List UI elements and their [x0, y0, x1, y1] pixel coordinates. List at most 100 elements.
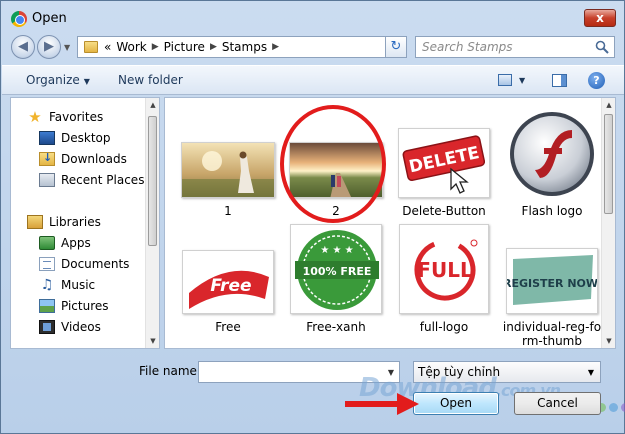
nav-favorites[interactable]: ★ Favorites	[27, 108, 103, 126]
register-now-thumbnail: REGISTER NOW!	[506, 248, 598, 314]
flash-logo-thumbnail	[506, 108, 598, 200]
view-options-dropdown[interactable]: ▼	[519, 76, 525, 85]
recent-locations-dropdown[interactable]: ▼	[64, 43, 70, 52]
address-bar[interactable]: « Work ▶ Picture ▶ Stamps ▶ ▼	[77, 36, 403, 58]
organize-button[interactable]: Organize ▼	[26, 73, 90, 87]
help-icon[interactable]: ?	[588, 72, 605, 89]
address-row: ◀ ▶ ▼ « Work ▶ Picture ▶ Stamps ▶ ▼ ↻	[9, 33, 616, 61]
free-green-stamp-thumbnail: 100% FREE ★ ★ ★	[290, 224, 382, 314]
file-name-field[interactable]: ▼	[198, 361, 400, 383]
open-button[interactable]: Open	[413, 392, 499, 415]
breadcrumb-overflow[interactable]: «	[104, 40, 111, 54]
svg-text:★ ★ ★: ★ ★ ★	[320, 245, 353, 256]
full-logo-text: FULL	[417, 258, 473, 282]
breadcrumb-stamps[interactable]: Stamps	[222, 40, 267, 54]
window-title: Open	[32, 11, 67, 26]
file-list-scrollbar[interactable]: ▲ ▼	[601, 98, 615, 348]
scroll-down-arrow[interactable]: ▼	[146, 334, 159, 348]
file-name: full-logo	[419, 320, 469, 334]
nav-item-label: Pictures	[61, 299, 109, 313]
file-name: Free-xanh	[306, 320, 366, 334]
apps-icon	[39, 236, 55, 250]
search-icon[interactable]	[595, 40, 609, 54]
nav-item-desktop[interactable]: Desktop	[39, 129, 111, 147]
search-box[interactable]	[415, 36, 615, 58]
file-item[interactable]: 1	[173, 112, 283, 228]
pictures-icon	[39, 299, 55, 313]
cancel-button[interactable]: Cancel	[514, 392, 601, 415]
music-icon: ♫	[40, 277, 54, 293]
scroll-up-arrow[interactable]: ▲	[602, 98, 615, 112]
nav-item-label: Apps	[61, 236, 91, 250]
file-item[interactable]: DELETE Delete-Button	[389, 112, 499, 228]
scroll-up-arrow[interactable]: ▲	[146, 98, 159, 112]
file-name: Free	[215, 320, 241, 334]
nav-item-documents[interactable]: Documents	[39, 255, 129, 273]
nav-item-apps[interactable]: Apps	[39, 234, 91, 252]
chevron-right-icon[interactable]: ▶	[152, 42, 159, 52]
search-input[interactable]	[422, 39, 592, 55]
libraries-icon	[27, 215, 43, 229]
sunset-girl-thumbnail	[181, 142, 275, 198]
file-list: 1 2 DELETE Delete-Button Flash logo Free…	[164, 97, 616, 349]
scroll-thumb[interactable]	[148, 116, 157, 246]
chevron-down-icon: ▼	[587, 368, 594, 377]
scroll-thumb[interactable]	[604, 114, 613, 214]
free-green-stamp-text: 100% FREE	[303, 265, 372, 278]
file-type-select[interactable]: Tệp tùy chỉnh ▼	[413, 361, 601, 383]
folder-icon	[84, 41, 98, 53]
chevron-down-icon: ▼	[83, 77, 90, 86]
nav-item-label: Documents	[61, 257, 130, 271]
chevron-down-icon[interactable]: ▼	[388, 368, 394, 377]
file-item[interactable]: FULL full-logo	[389, 224, 499, 344]
new-folder-button[interactable]: New folder	[118, 73, 183, 87]
title-bar: Open x	[1, 1, 624, 31]
nav-item-pictures[interactable]: Pictures	[39, 297, 109, 315]
videos-icon	[39, 320, 55, 334]
nav-item-label: Music	[61, 278, 96, 292]
arrow-icon	[345, 393, 419, 415]
file-item[interactable]: Flash logo	[497, 108, 607, 228]
free-badge-thumbnail: Free	[182, 250, 274, 314]
nav-item-label: Downloads	[61, 152, 127, 166]
file-item[interactable]: Free Free	[173, 228, 283, 344]
chevron-right-icon[interactable]: ▶	[272, 42, 279, 52]
nav-item-label: Desktop	[61, 131, 111, 145]
forward-button[interactable]: ▶	[37, 35, 61, 59]
desktop-icon	[39, 131, 55, 145]
refresh-button[interactable]: ↻	[385, 36, 407, 58]
star-icon: ★	[28, 108, 42, 126]
file-item[interactable]: REGISTER NOW! individual-reg-fo rm-thumb	[497, 228, 607, 348]
downloads-folder-icon	[39, 151, 55, 166]
file-type-value: Tệp tùy chỉnh	[418, 365, 501, 379]
preview-pane-icon[interactable]	[552, 74, 567, 87]
breadcrumb: « Work ▶ Picture ▶ Stamps ▶	[104, 40, 279, 54]
delete-button-thumbnail: DELETE	[398, 128, 490, 198]
navigation-pane: ★ Favorites Desktop Downloads Recent Pla…	[10, 97, 160, 349]
organize-label: Organize	[26, 73, 80, 87]
file-name: Flash logo	[521, 204, 583, 218]
file-name-input[interactable]	[202, 364, 380, 380]
highlight-circle	[280, 105, 386, 223]
back-button[interactable]: ◀	[11, 35, 35, 59]
nav-item-downloads[interactable]: Downloads	[39, 150, 127, 168]
chevron-right-icon[interactable]: ▶	[210, 42, 217, 52]
nav-item-recent-places[interactable]: Recent Places	[39, 171, 144, 189]
nav-libraries-label: Libraries	[49, 215, 101, 229]
file-item[interactable]: 100% FREE ★ ★ ★ Free-xanh	[281, 224, 391, 344]
nav-item-label: Recent Places	[61, 173, 145, 187]
nav-item-music[interactable]: ♫ Music	[39, 276, 95, 294]
nav-scrollbar[interactable]: ▲ ▼	[145, 98, 159, 348]
file-name: 1	[224, 204, 232, 218]
close-button[interactable]: x	[584, 9, 616, 27]
open-dialog: Open x ◀ ▶ ▼ « Work ▶ Picture ▶ Stamps ▶…	[0, 0, 625, 434]
full-logo-thumbnail: FULL	[399, 224, 489, 314]
nav-libraries[interactable]: Libraries	[27, 213, 101, 231]
breadcrumb-work[interactable]: Work	[116, 40, 146, 54]
scroll-down-arrow[interactable]: ▼	[602, 334, 615, 348]
change-view-icon[interactable]	[498, 74, 512, 86]
nav-favorites-label: Favorites	[49, 110, 104, 124]
breadcrumb-picture[interactable]: Picture	[164, 40, 205, 54]
nav-item-videos[interactable]: Videos	[39, 318, 101, 336]
file-name-line-1: individual-reg-fo	[502, 320, 602, 334]
